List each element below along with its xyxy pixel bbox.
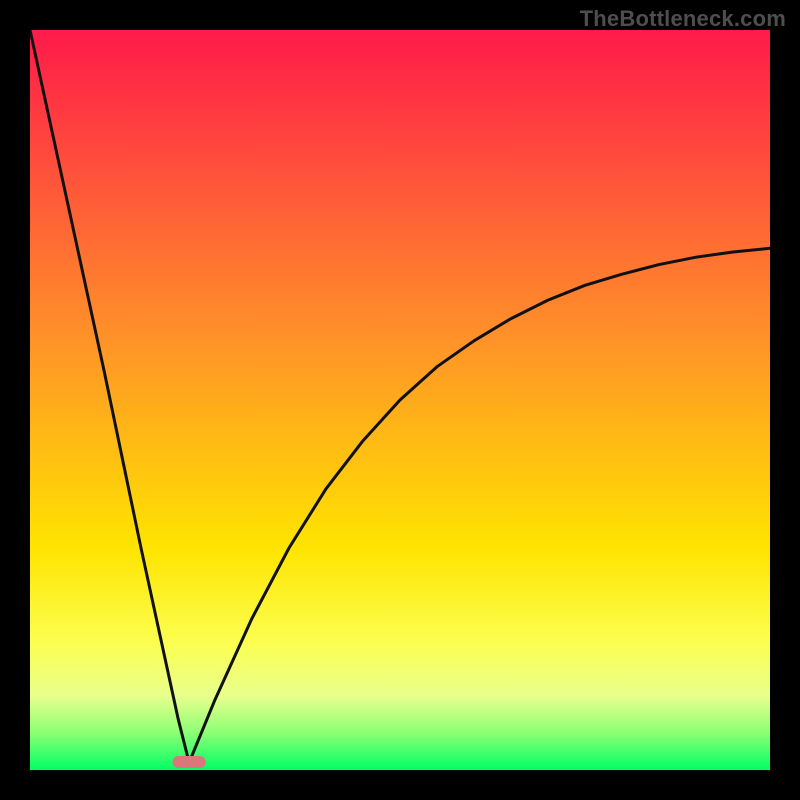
chart-svg bbox=[30, 30, 770, 770]
watermark-text: TheBottleneck.com bbox=[580, 6, 786, 32]
chart-frame: TheBottleneck.com bbox=[0, 0, 800, 800]
optimal-range-marker bbox=[172, 756, 205, 768]
plot-area bbox=[30, 30, 770, 770]
